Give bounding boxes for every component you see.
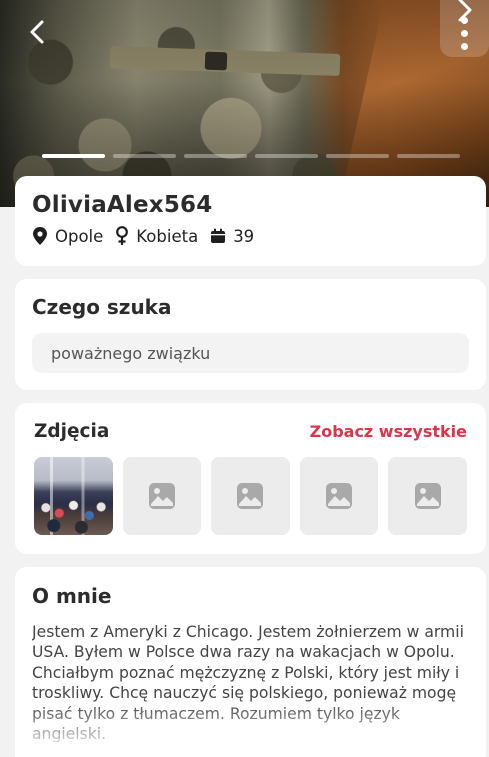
photo-indicators bbox=[42, 154, 460, 159]
profile-meta: Opole Kobieta 39 bbox=[32, 226, 469, 246]
about-text-fade bbox=[32, 702, 469, 742]
image-icon bbox=[414, 483, 441, 509]
photo-placeholder-thumbnail[interactable] bbox=[299, 457, 379, 535]
chevron-right-icon bbox=[458, 0, 472, 22]
more-vertical-icon-dot bbox=[461, 43, 468, 50]
previous-photo-button[interactable] bbox=[22, 14, 52, 50]
photo-thumbnails bbox=[34, 457, 467, 535]
image-icon bbox=[148, 483, 175, 509]
age-text: 39 bbox=[233, 226, 255, 246]
map-pin-icon bbox=[33, 227, 47, 245]
photo-indicator-segment bbox=[184, 154, 247, 158]
profile-summary-card: OliviaAlex564 Opole Kobieta 39 bbox=[15, 176, 486, 266]
seeking-value-chip: poważnego związku bbox=[32, 333, 469, 373]
photos-card: Zdjęcia Zobacz wszystkie bbox=[15, 403, 486, 554]
seeking-title: Czego szuka bbox=[32, 295, 172, 319]
photo-placeholder-thumbnail[interactable] bbox=[388, 457, 467, 535]
photo-indicator-segment bbox=[397, 154, 460, 158]
username: OliviaAlex564 bbox=[32, 192, 213, 218]
see-all-photos-link[interactable]: Zobacz wszystkie bbox=[310, 422, 467, 441]
photos-header: Zdjęcia Zobacz wszystkie bbox=[34, 421, 467, 442]
female-icon bbox=[116, 226, 129, 245]
gender-text: Kobieta bbox=[136, 226, 199, 246]
age-info: 39 bbox=[210, 227, 254, 246]
seeking-value: poważnego związku bbox=[51, 343, 211, 363]
seeking-card: Czego szuka poważnego związku bbox=[15, 279, 486, 390]
gender-info: Kobieta bbox=[115, 226, 198, 246]
next-photo-button[interactable] bbox=[454, 0, 484, 30]
photo-thumbnail[interactable] bbox=[34, 457, 113, 535]
location-info: Opole bbox=[32, 227, 103, 246]
about-title: O mnie bbox=[32, 584, 112, 608]
image-icon bbox=[237, 483, 264, 509]
about-card: O mnie Jestem z Ameryki z Chicago. Jeste… bbox=[15, 567, 486, 757]
photo-indicator-segment bbox=[255, 154, 318, 158]
location-text: Opole bbox=[55, 226, 104, 246]
photo-indicator-segment bbox=[113, 154, 176, 158]
image-icon bbox=[326, 483, 353, 509]
chevron-left-icon bbox=[30, 20, 44, 44]
calendar-icon bbox=[211, 228, 226, 243]
photo-placeholder-thumbnail[interactable] bbox=[211, 457, 290, 535]
photo-indicator-segment bbox=[326, 154, 389, 158]
photos-title: Zdjęcia bbox=[34, 421, 110, 442]
more-vertical-icon-dot bbox=[461, 30, 468, 37]
photo-placeholder-thumbnail[interactable] bbox=[122, 457, 202, 535]
about-text-container: Jestem z Ameryki z Chicago. Jestem żołni… bbox=[32, 622, 469, 742]
photo-indicator-segment bbox=[42, 154, 105, 158]
